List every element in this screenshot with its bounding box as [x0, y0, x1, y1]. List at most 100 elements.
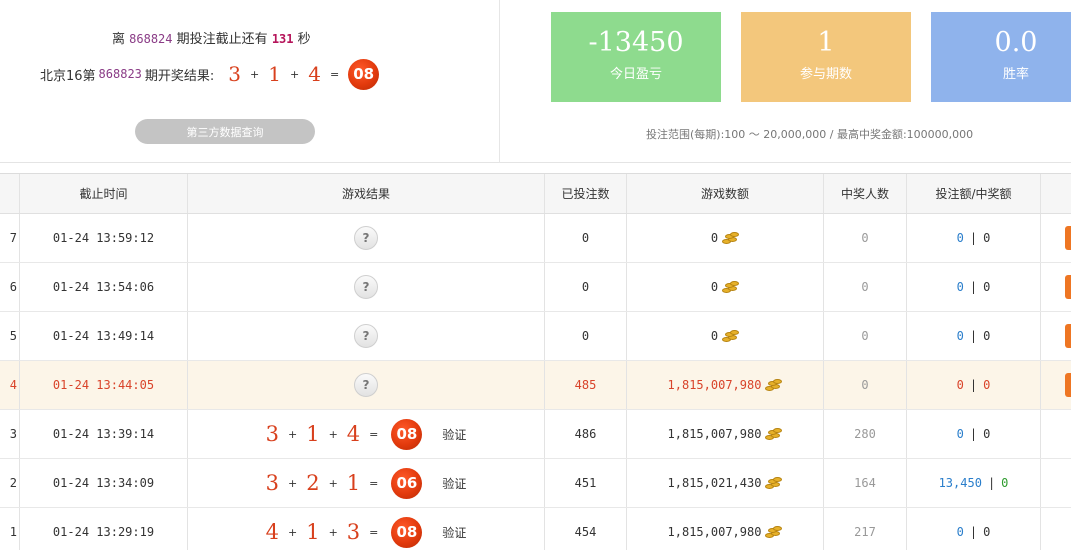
deadline-cell: 01-24 13:34:09	[20, 459, 188, 507]
header-bet-win: 投注额/中奖额	[907, 174, 1041, 213]
countdown-suffix: 秒	[297, 32, 311, 47]
header-deadline: 截止时间	[20, 174, 188, 213]
plus-sign: +	[328, 427, 338, 441]
deadline-cell: 01-24 13:44:05	[20, 361, 188, 409]
bet-amount: 0	[956, 378, 964, 392]
countdown-text: 离 868824 期投注截止还有 131 秒	[112, 28, 311, 47]
result-sum-ball: 08	[391, 418, 423, 450]
deadline-cell: 01-24 13:54:06	[20, 263, 188, 311]
bet-count-cell: 0	[545, 312, 627, 360]
last-result-sum-ball: 08	[348, 58, 380, 90]
bet-win-cell: 0 | 0	[907, 214, 1041, 262]
result-cell: ?	[188, 263, 545, 311]
coin-stack-icon	[722, 330, 740, 342]
countdown-middle: 期投注截止还有	[176, 32, 268, 47]
bet-action-button[interactable]	[1065, 324, 1071, 348]
equals-sign: =	[369, 525, 379, 539]
plus-sign: +	[287, 427, 298, 441]
bet-amount: 0	[956, 427, 964, 441]
coin-stack-icon	[722, 281, 740, 293]
draw-history-table: 截止时间 游戏结果 已投注数 游戏数额 中奖人数 投注额/中奖额 7 01-24 …	[0, 173, 1071, 550]
winners-cell: 217	[824, 508, 907, 550]
bet-action-button[interactable]	[1065, 275, 1071, 299]
header-game-amount: 游戏数额	[627, 174, 824, 213]
bet-win-separator: |	[969, 378, 978, 392]
countdown-prefix: 离	[112, 32, 126, 47]
equals-sign: =	[369, 476, 379, 490]
last-issue-number: 868823	[98, 67, 142, 81]
bet-count-cell: 454	[545, 508, 627, 550]
game-amount-cell: 0	[627, 312, 824, 360]
last-result-digit-3: 4	[308, 62, 321, 86]
table-row: 2 01-24 13:34:09 3 +2 +1 = 06 验证 451 1,815,021,43…	[0, 459, 1071, 508]
result-digit-1: 4	[265, 520, 279, 544]
table-row: 6 01-24 13:54:06? 0 0 0 0 | 0	[0, 263, 1071, 312]
winners-cell: 0	[824, 263, 907, 311]
coin-stack-icon	[765, 428, 783, 440]
bet-win-cell: 0 | 0	[907, 263, 1041, 311]
bet-count-cell: 0	[545, 263, 627, 311]
deadline-cell: 01-24 13:59:12	[20, 214, 188, 262]
draw-result: 4 +1 +3 = 08 验证	[265, 516, 466, 548]
table-row: 5 01-24 13:49:14? 0 0 0 0 | 0	[0, 312, 1071, 361]
action-cell	[1041, 508, 1071, 550]
coin-stack-icon	[722, 232, 740, 244]
header-issue	[0, 174, 20, 213]
verify-link[interactable]: 验证	[442, 524, 466, 541]
last-result-digit-1: 3	[228, 62, 242, 86]
plus-sign: +	[287, 476, 298, 490]
countdown-seconds: 131	[271, 32, 294, 46]
bet-count-cell: 0	[545, 214, 627, 262]
draw-result: 3 +1 +4 = 08 验证	[266, 418, 466, 450]
action-cell	[1041, 312, 1071, 360]
bet-win-cell: 0 | 0	[907, 410, 1041, 458]
bet-win-separator: |	[987, 476, 996, 490]
verify-link[interactable]: 验证	[442, 426, 466, 443]
last-result-digit-2: 1	[268, 62, 281, 86]
result-digit-2: 2	[306, 471, 320, 495]
third-party-query-button[interactable]: 第三方数据查询	[135, 119, 315, 144]
periods-joined-label: 参与期数	[799, 67, 852, 82]
win-amount: 0	[1001, 476, 1009, 490]
bet-count-cell: 485	[545, 361, 627, 409]
result-digit-2: 1	[306, 422, 320, 446]
deadline-cell: 01-24 13:49:14	[20, 312, 188, 360]
equals-sign: =	[369, 427, 379, 441]
issue-cell: 3	[0, 410, 20, 458]
verify-link[interactable]: 验证	[442, 475, 466, 492]
win-amount: 0	[983, 378, 991, 392]
next-issue-number: 868824	[129, 32, 173, 46]
win-rate-box: 0.0 胜率	[931, 12, 1071, 102]
bet-win-cell: 0 | 0	[907, 508, 1041, 550]
winners-cell: 0	[824, 312, 907, 360]
bet-amount: 0	[956, 525, 964, 539]
deadline-cell: 01-24 13:29:19	[20, 508, 188, 550]
bet-win-cell: 13,450 | 0	[907, 459, 1041, 507]
bet-win-separator: |	[969, 231, 978, 245]
game-amount-cell: 0	[627, 263, 824, 311]
issue-cell: 7	[0, 214, 20, 262]
issue-cell: 1	[0, 508, 20, 550]
result-digit-1: 3	[265, 471, 279, 495]
result-cell: 3 +2 +1 = 06 验证	[188, 459, 545, 507]
table-header: 截止时间 游戏结果 已投注数 游戏数额 中奖人数 投注额/中奖额	[0, 174, 1071, 214]
bet-count-cell: 451	[545, 459, 627, 507]
bet-action-button[interactable]	[1065, 226, 1071, 250]
game-amount-value: 0	[710, 231, 719, 245]
summary-panel: 离 868824 期投注截止还有 131 秒 北京16第 868823 期开奖结…	[0, 0, 1071, 163]
today-profit-label: 今日盈亏	[609, 67, 662, 82]
result-sum-ball: 08	[391, 516, 423, 548]
bet-amount: 0	[956, 280, 964, 294]
bet-action-button[interactable]	[1065, 373, 1071, 397]
draw-info: 离 868824 期投注截止还有 131 秒 北京16第 868823 期开奖结…	[0, 0, 500, 163]
game-amount-value: 1,815,021,430	[667, 476, 762, 490]
today-profit-value: -13450	[588, 27, 684, 58]
win-amount: 0	[983, 427, 991, 441]
result-digit-2: 1	[306, 520, 320, 544]
issue-cell: 2	[0, 459, 20, 507]
issue-cell: 5	[0, 312, 20, 360]
bet-win-separator: |	[969, 525, 978, 539]
bet-amount: 13,450	[938, 476, 982, 490]
last-result-suffix: 期开奖结果:	[144, 68, 215, 84]
last-draw-result: 北京16第 868823 期开奖结果: 3 + 1 + 4 = 08	[40, 58, 380, 90]
